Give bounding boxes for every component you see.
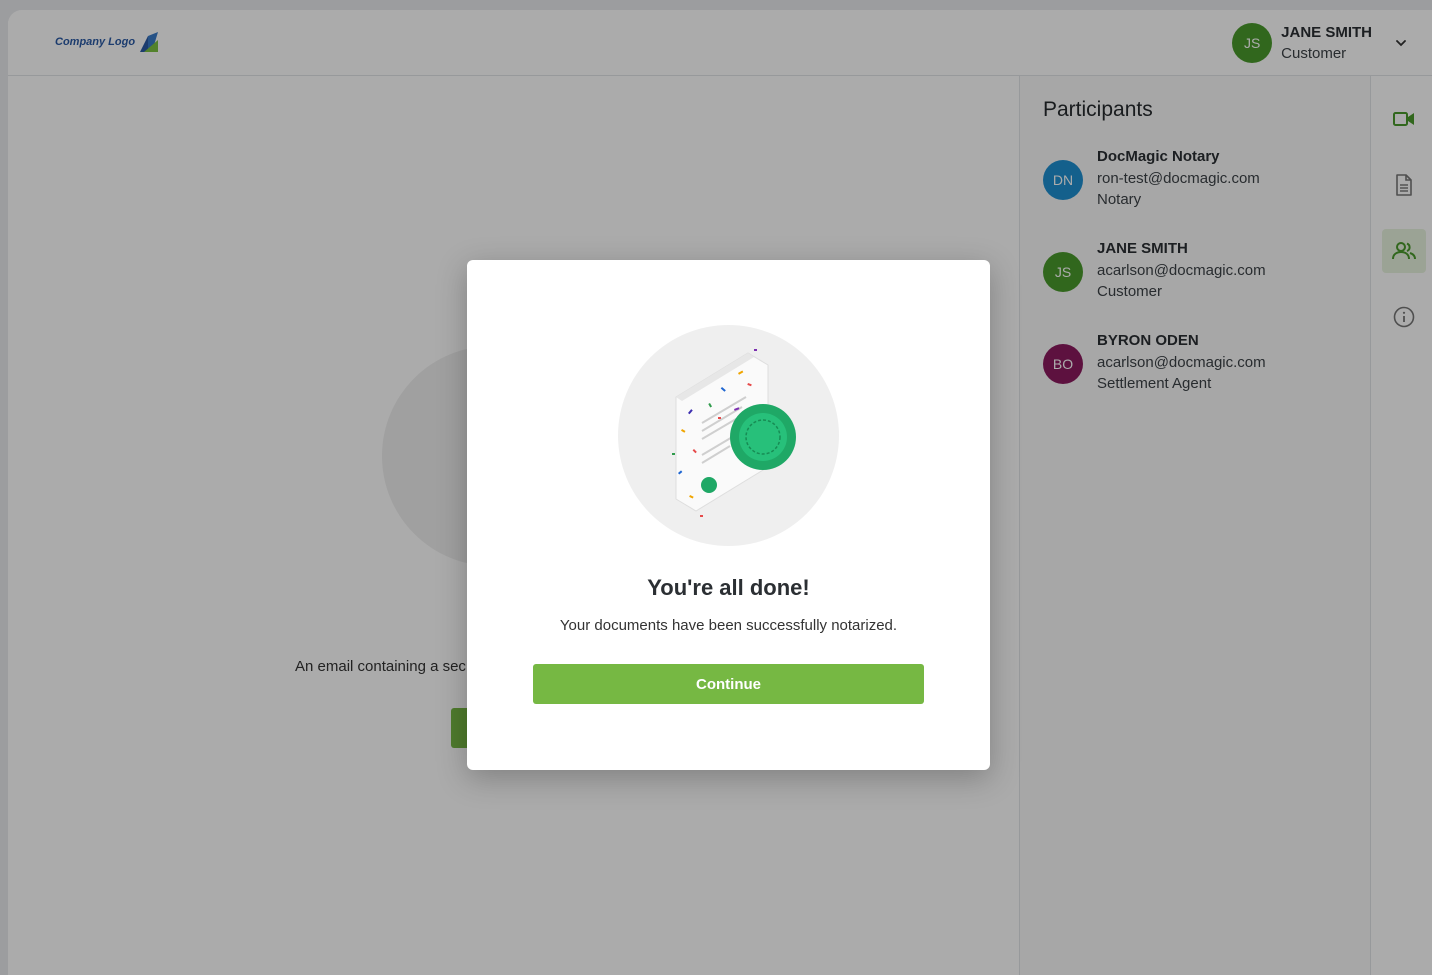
certificate-illustration xyxy=(618,325,839,546)
completion-dialog: You're all done! Your documents have bee… xyxy=(467,260,990,770)
dialog-message: Your documents have been successfully no… xyxy=(559,617,898,634)
continue-button[interactable]: Continue xyxy=(533,664,924,704)
dialog-title: You're all done! xyxy=(647,575,810,600)
